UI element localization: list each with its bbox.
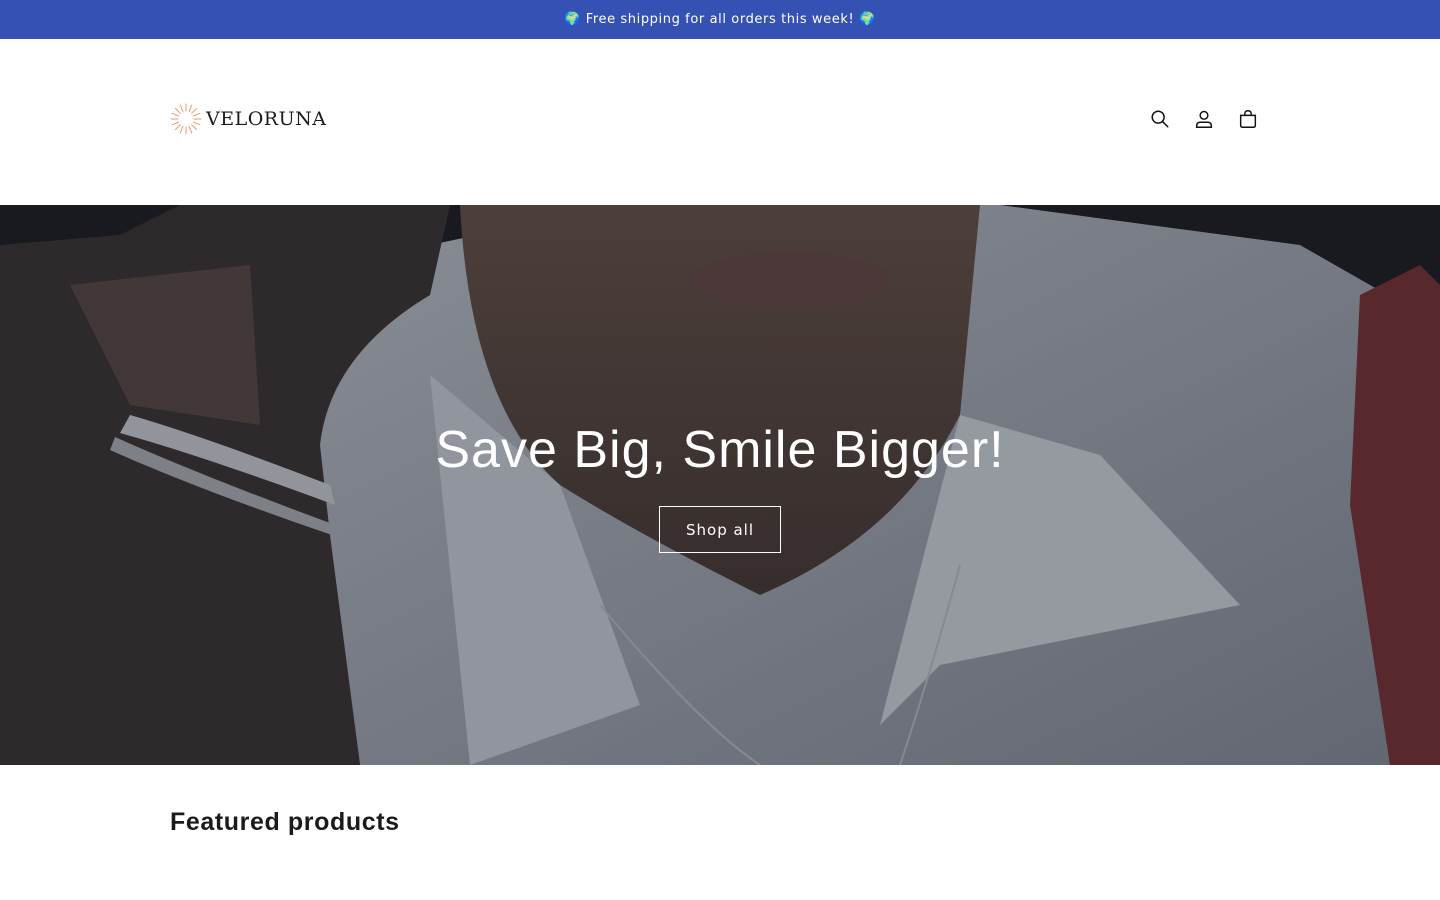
announcement-bar: 🌍 Free shipping for all orders this week… <box>0 0 1440 39</box>
account-icon <box>1195 110 1213 128</box>
sun-logo-icon <box>170 103 202 135</box>
header-actions <box>1148 107 1260 131</box>
hero-content: Save Big, Smile Bigger! Shop all <box>0 420 1440 553</box>
hero-banner: Save Big, Smile Bigger! Shop all <box>0 205 1440 765</box>
site-header: VELORUNA <box>0 39 1440 205</box>
shop-all-button[interactable]: Shop all <box>659 506 781 553</box>
account-button[interactable] <box>1192 107 1216 131</box>
logo-text: VELORUNA <box>206 108 327 130</box>
announcement-text: 🌍 Free shipping for all orders this week… <box>564 12 876 27</box>
search-button[interactable] <box>1148 107 1172 131</box>
cart-button[interactable] <box>1236 107 1260 131</box>
hero-title: Save Big, Smile Bigger! <box>435 421 1005 479</box>
search-icon <box>1151 110 1169 128</box>
featured-products-heading: Featured products <box>170 808 400 836</box>
logo[interactable]: VELORUNA <box>168 99 326 139</box>
cart-icon <box>1239 110 1257 128</box>
